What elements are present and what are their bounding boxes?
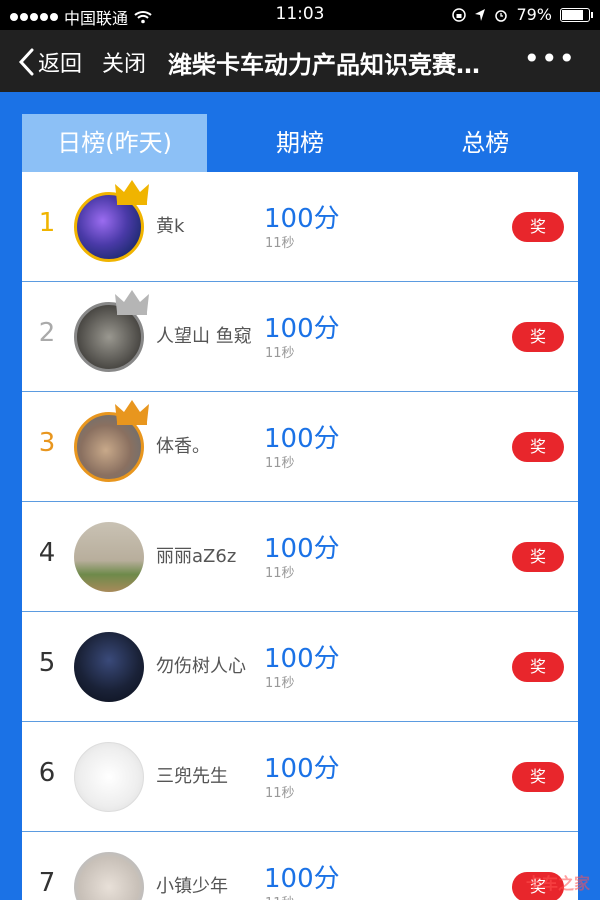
prize-button[interactable]: 奖 [512,652,564,682]
prize-button[interactable]: 奖 [512,432,564,462]
ranking-row[interactable]: 3 体香。 100分 11秒 奖 [22,392,578,502]
prize-button[interactable]: 奖 [512,212,564,242]
back-label: 返回 [38,52,83,77]
alarm-icon [495,9,508,22]
time-used: 11秒 [265,236,295,251]
user-name: 小镇少年 [156,876,228,897]
rank-number: 1 [38,208,56,238]
time-used: 11秒 [265,346,295,361]
ranking-row[interactable]: 1 黄k 100分 11秒 奖 [22,172,578,282]
avatar [74,632,144,702]
user-name: 丽丽aZ6z [156,546,237,567]
ranking-row[interactable]: 2 人望山 鱼窥 100分 11秒 奖 [22,282,578,392]
avatar [74,852,144,900]
location-icon [475,8,486,21]
crown-icon [115,290,149,315]
user-name: 三兜先生 [156,766,228,787]
chevron-left-icon [18,48,34,76]
ranking-row[interactable]: 4 丽丽aZ6z 100分 11秒 奖 [22,502,578,612]
battery-percent: 79% [516,5,552,24]
time-used: 11秒 [265,456,295,471]
score: 100分 [264,204,340,234]
time-used: 11秒 [265,566,295,581]
battery-icon [560,7,593,22]
rank-number: 5 [38,648,56,678]
nav-bar: 返回 关闭 潍柴卡车动力产品知识竞赛… ••• [0,30,600,92]
rank-number: 3 [38,428,56,458]
status-bar: 中国联通 11:03 79% [0,0,600,30]
lock-rotation-icon [452,7,467,22]
avatar [74,742,144,812]
ranking-row[interactable]: 6 三兜先生 100分 11秒 奖 [22,722,578,832]
ranking-tabs: 日榜(昨天) 期榜 总榜 [22,114,578,172]
user-name: 黄k [156,216,185,237]
user-name: 人望山 鱼窥 [156,326,252,347]
rank-number: 2 [38,318,56,348]
rank-number: 7 [38,868,56,898]
prize-button[interactable]: 奖 [512,762,564,792]
crown-icon [115,180,149,205]
time-used: 11秒 [265,892,295,900]
ranking-row[interactable]: 5 勿伤树人心 100分 11秒 奖 [22,612,578,722]
user-name: 勿伤树人心 [156,656,246,677]
score: 100分 [264,424,340,454]
more-button[interactable]: ••• [523,45,576,73]
time-used: 11秒 [265,786,295,801]
time-used: 11秒 [265,676,295,691]
back-button[interactable]: 返回 [18,46,82,78]
score: 100分 [264,754,340,784]
prize-button[interactable]: 奖 [512,542,564,572]
ranking-list: 1 黄k 100分 11秒 奖 2 人望山 鱼窥 100分 11秒 奖 3 体香… [22,172,578,900]
avatar [74,522,144,592]
crown-icon [115,400,149,425]
page-title: 潍柴卡车动力产品知识竞赛… [168,51,480,79]
prize-button[interactable]: 奖 [512,322,564,352]
score: 100分 [264,534,340,564]
tab-period[interactable]: 期榜 [207,114,392,172]
rank-number: 6 [38,758,56,788]
ranking-row[interactable]: 7 小镇少年 100分 11秒 奖 [22,832,578,900]
user-name: 体香。 [156,436,210,457]
tab-daily[interactable]: 日榜(昨天) [22,114,208,172]
score: 100分 [264,314,340,344]
tab-total[interactable]: 总榜 [393,114,578,172]
close-button[interactable]: 关闭 [102,46,146,78]
watermark: 卡车之家 [525,874,590,893]
rank-number: 4 [38,538,56,568]
score: 100分 [264,644,340,674]
score: 100分 [264,864,340,894]
